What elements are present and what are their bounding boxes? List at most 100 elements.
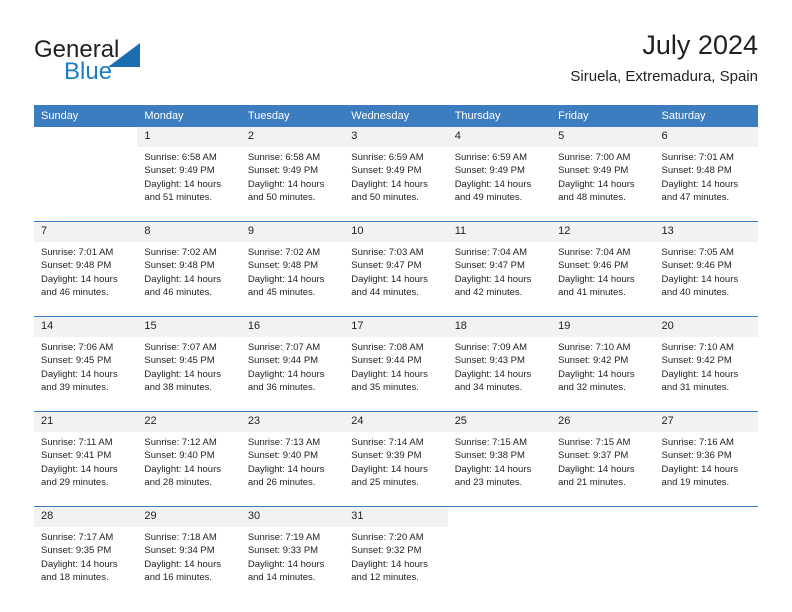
day-number-1[interactable]: 1 — [137, 127, 241, 147]
day-info-line: Sunset: 9:48 PM — [41, 260, 112, 272]
day-info-line: and 31 minutes. — [661, 382, 730, 394]
day-number-15[interactable]: 15 — [137, 317, 241, 337]
day-cell-24: Sunrise: 7:14 AM Sunset: 9:39 PM Daylight:… — [344, 432, 448, 506]
day-info-line: Daylight: 14 hours — [661, 368, 739, 380]
day-number-29[interactable]: 29 — [137, 507, 241, 527]
page-header: General Blue July 2024 Siruela, Extremad… — [34, 28, 758, 100]
weekday-header-monday: Monday — [137, 105, 241, 127]
day-cell-31: Sunrise: 7:20 AM Sunset: 9:32 PM Daylight:… — [344, 527, 448, 601]
day-number-7[interactable]: 7 — [34, 222, 138, 242]
day-info-line: and 49 minutes. — [454, 192, 523, 204]
day-number-30[interactable]: 30 — [240, 507, 345, 527]
day-info-line: and 16 minutes. — [144, 572, 213, 584]
day-number-28[interactable]: 28 — [34, 507, 138, 527]
day-info-line: Sunrise: 7:11 AM — [41, 437, 113, 448]
day-info-line: Sunrise: 7:00 AM — [558, 152, 631, 163]
day-number-19[interactable]: 19 — [551, 317, 655, 337]
day-number-14[interactable]: 14 — [34, 317, 138, 337]
day-info-line: Sunrise: 7:18 AM — [144, 532, 217, 543]
day-info-line: Sunset: 9:40 PM — [247, 450, 319, 462]
day-number-12[interactable]: 12 — [551, 222, 655, 242]
day-info-line: Sunset: 9:34 PM — [144, 545, 215, 557]
day-info-line: Sunset: 9:32 PM — [351, 545, 422, 557]
day-info-line: Sunrise: 7:20 AM — [351, 532, 424, 543]
day-info-line: Sunrise: 6:58 AM — [144, 152, 217, 163]
day-number-13[interactable]: 13 — [654, 222, 758, 242]
day-info-line: and 26 minutes. — [247, 477, 316, 489]
day-cell-4: Sunrise: 6:59 AM Sunset: 9:49 PM Daylight:… — [447, 147, 552, 221]
day-number-17[interactable]: 17 — [344, 317, 448, 337]
calendar-page: General Blue July 2024 Siruela, Extremad… — [0, 0, 792, 612]
day-info-line: and 46 minutes. — [41, 287, 109, 299]
day-number-21[interactable]: 21 — [34, 412, 138, 432]
day-info-line: Sunrise: 7:15 AM — [558, 437, 631, 448]
day-number-22[interactable]: 22 — [137, 412, 241, 432]
day-number-3[interactable]: 3 — [344, 127, 448, 147]
day-cell-16: Sunrise: 7:07 AM Sunset: 9:44 PM Daylight:… — [240, 337, 345, 411]
day-info-line: Daylight: 14 hours — [661, 273, 739, 285]
day-info-line: Sunset: 9:49 PM — [351, 165, 422, 177]
day-number-26[interactable]: 26 — [551, 412, 655, 432]
day-info-line: and 42 minutes. — [454, 287, 523, 299]
day-cell-empty — [34, 147, 138, 221]
day-number-2[interactable]: 2 — [240, 127, 345, 147]
day-info-line: Sunset: 9:47 PM — [351, 260, 422, 272]
day-cell-13: Sunrise: 7:05 AM Sunset: 9:46 PM Daylight:… — [654, 242, 758, 316]
day-cell-18: Sunrise: 7:09 AM Sunset: 9:43 PM Daylight:… — [447, 337, 552, 411]
day-number-20[interactable]: 20 — [654, 317, 758, 337]
general-blue-logo[interactable]: General Blue — [34, 36, 274, 92]
day-number-25[interactable]: 25 — [447, 412, 552, 432]
day-info-line: and 35 minutes. — [351, 382, 419, 394]
day-info-line: and 23 minutes. — [454, 477, 523, 489]
day-detail-row: Sunrise: 7:11 AM Sunset: 9:41 PM Daylight:… — [34, 432, 758, 506]
day-info-line: Daylight: 14 hours — [247, 463, 325, 475]
day-number-9[interactable]: 9 — [240, 222, 345, 242]
day-info-line: and 45 minutes. — [247, 287, 316, 299]
day-number-row: 7 8 9 10 11 12 13 — [34, 222, 758, 242]
day-number-23[interactable]: 23 — [240, 412, 345, 432]
day-number-16[interactable]: 16 — [240, 317, 345, 337]
day-cell-5: Sunrise: 7:00 AM Sunset: 9:49 PM Daylight:… — [551, 147, 655, 221]
day-info-line: Sunset: 9:42 PM — [661, 355, 732, 367]
day-number-10[interactable]: 10 — [344, 222, 448, 242]
day-info-line: and 38 minutes. — [144, 382, 213, 394]
day-info-line: Daylight: 14 hours — [144, 273, 221, 285]
day-cell-30: Sunrise: 7:19 AM Sunset: 9:33 PM Daylight:… — [240, 527, 345, 601]
day-cell-14: Sunrise: 7:06 AM Sunset: 9:45 PM Daylight:… — [34, 337, 138, 411]
day-number-8[interactable]: 8 — [137, 222, 241, 242]
day-info-line: Sunset: 9:37 PM — [558, 450, 629, 462]
day-info-line: Daylight: 14 hours — [558, 463, 635, 475]
day-number-row: 21 22 23 24 25 26 27 — [34, 412, 758, 432]
day-info-line: Sunset: 9:49 PM — [558, 165, 629, 177]
day-cell-12: Sunrise: 7:04 AM Sunset: 9:46 PM Daylight:… — [551, 242, 655, 316]
day-info-line: Sunrise: 7:09 AM — [454, 342, 528, 353]
day-number-27[interactable]: 27 — [654, 412, 758, 432]
day-info-line: Sunrise: 7:03 AM — [351, 247, 424, 258]
day-cell-22: Sunrise: 7:12 AM Sunset: 9:40 PM Daylight:… — [137, 432, 241, 506]
day-number-4[interactable]: 4 — [447, 127, 552, 147]
day-number-5[interactable]: 5 — [551, 127, 655, 147]
day-info-line: Sunset: 9:33 PM — [247, 545, 319, 557]
page-title: July 2024 — [642, 30, 758, 60]
day-cell-28: Sunrise: 7:17 AM Sunset: 9:35 PM Daylight:… — [34, 527, 138, 601]
day-info-line: Sunrise: 7:17 AM — [41, 532, 114, 543]
day-number-24[interactable]: 24 — [344, 412, 448, 432]
day-info-line: Sunset: 9:47 PM — [454, 260, 525, 272]
day-info-line: Daylight: 14 hours — [351, 463, 428, 475]
weekday-header-sunday: Sunday — [34, 105, 138, 127]
day-info-line: Daylight: 14 hours — [558, 178, 635, 190]
day-number-31[interactable]: 31 — [344, 507, 448, 527]
day-info-line: Sunset: 9:42 PM — [558, 355, 629, 367]
day-info-line: Daylight: 14 hours — [41, 463, 118, 475]
day-info-line: and 36 minutes. — [247, 382, 316, 394]
day-info-line: and 25 minutes. — [351, 477, 419, 489]
day-info-line: and 18 minutes. — [41, 572, 109, 584]
day-number-6[interactable]: 6 — [654, 127, 758, 147]
day-number-11[interactable]: 11 — [447, 222, 552, 242]
calendar-grid: Sunday Monday Tuesday Wednesday Thursday Frid… — [34, 105, 758, 601]
day-info-line: Daylight: 14 hours — [454, 273, 532, 285]
day-number-row: 28 29 30 31 — [34, 507, 758, 527]
weekday-header-wednesday: Wednesday — [344, 105, 448, 127]
day-number-18[interactable]: 18 — [447, 317, 552, 337]
day-info-line: Sunrise: 7:16 AM — [661, 437, 734, 448]
